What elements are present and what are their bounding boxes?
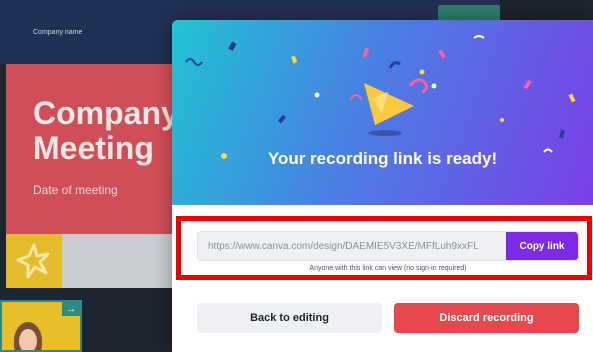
presenter-thumbnail[interactable]: →	[0, 300, 82, 352]
presenter-face	[19, 329, 37, 350]
share-link-input[interactable]	[198, 232, 508, 260]
party-popper-icon	[364, 61, 429, 136]
discard-recording-button[interactable]: Discard recording	[394, 303, 579, 333]
share-link-note: Anyone with this link can view (no sign-…	[309, 265, 467, 272]
recording-link-modal: Your recording link is ready! Copy link …	[172, 20, 593, 352]
arrow-right-icon[interactable]: →	[62, 302, 80, 316]
asterisk-flower-icon	[16, 243, 50, 279]
slide-company-name: Company name	[33, 29, 83, 36]
modal-title: Your recording link is ready!	[267, 149, 498, 168]
copy-link-button[interactable]: Copy link	[506, 232, 578, 260]
slide-date: Date of meeting	[33, 183, 118, 197]
share-link-field-group: Copy link	[197, 231, 579, 261]
screen: Company name Company Meeting Date of mee…	[0, 0, 593, 352]
confetti-decoration	[185, 35, 576, 159]
slide-logo-tile	[6, 234, 62, 288]
back-to-editing-button[interactable]: Back to editing	[197, 303, 382, 333]
slide-title: Company Meeting	[33, 95, 179, 166]
modal-hero: Your recording link is ready!	[172, 20, 593, 205]
